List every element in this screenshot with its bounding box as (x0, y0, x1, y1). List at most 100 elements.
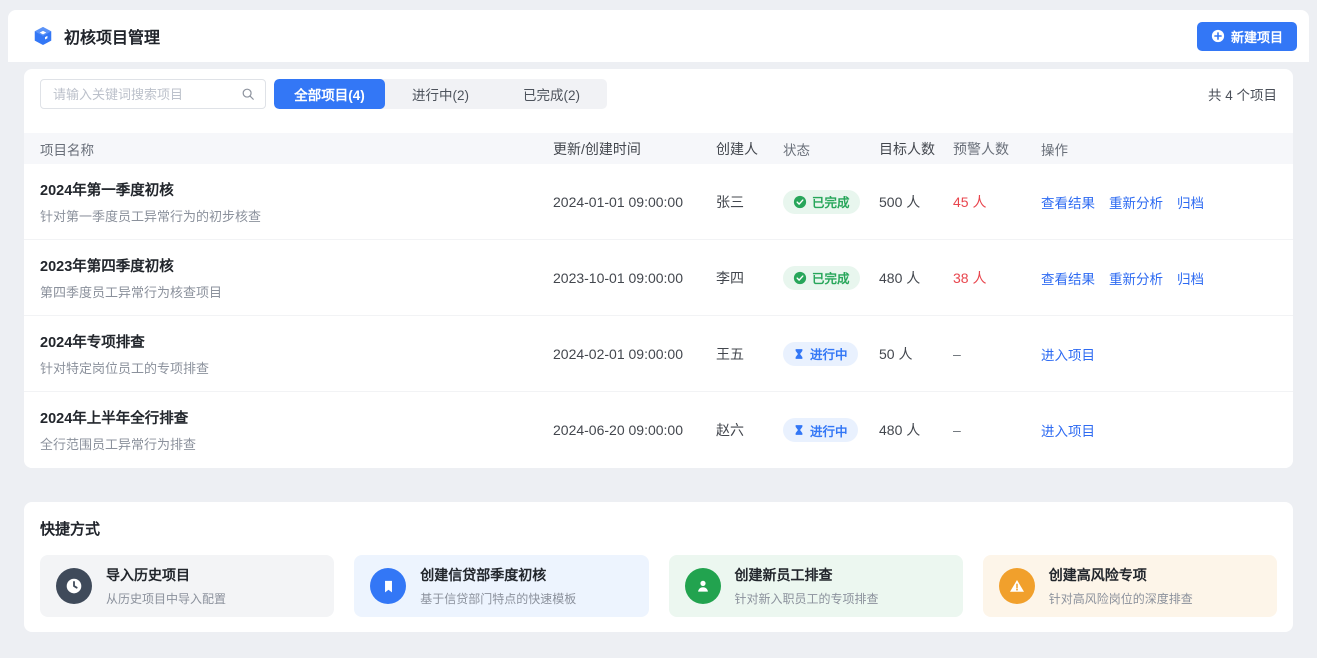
archive-link[interactable]: 归档 (1177, 192, 1204, 212)
bookmark-icon (370, 568, 406, 604)
archive-link[interactable]: 归档 (1177, 268, 1204, 288)
shortcut-title: 导入历史项目 (106, 565, 226, 585)
project-title: 2023年第四季度初核 (40, 255, 553, 276)
app-cube-logo-icon (32, 25, 54, 47)
target-count: 480 人 (879, 268, 953, 288)
project-description: 全行范围员工异常行为排查 (40, 434, 553, 453)
search-box[interactable] (40, 79, 266, 109)
status-badge: 已完成 (783, 190, 860, 214)
table-header: 项目名称 更新/创建时间 创建人 状态 目标人数 预警人数 操作 (24, 133, 1293, 164)
table-row: 2024年第一季度初核 针对第一季度员工异常行为的初步核查 2024-01-01… (24, 164, 1293, 240)
plus-circle-icon (1211, 29, 1225, 43)
project-creator: 王五 (716, 344, 783, 364)
shortcut-title: 创建高风险专项 (1049, 565, 1193, 585)
status-label: 已完成 (812, 268, 850, 287)
status-badge: 进行中 (783, 418, 858, 442)
hourglass-icon (793, 424, 805, 436)
row-actions: 进入项目 (1041, 420, 1277, 440)
tab-all-projects[interactable]: 全部项目(4) (274, 79, 385, 109)
col-header-time: 更新/创建时间 (553, 139, 716, 159)
check-circle-icon (793, 271, 807, 285)
shortcut-title: 创建新员工排查 (735, 565, 879, 585)
shortcuts-card: 快捷方式 导入历史项目 从历史项目中导入配置 创建信贷部季度初核 (24, 502, 1293, 632)
shortcut-create-high-risk-special[interactable]: 创建高风险专项 针对高风险岗位的深度排查 (983, 555, 1277, 617)
row-actions: 查看结果 重新分析 归档 (1041, 268, 1277, 288)
target-count: 500 人 (879, 192, 953, 212)
reanalyze-link[interactable]: 重新分析 (1109, 268, 1163, 288)
row-actions: 查看结果 重新分析 归档 (1041, 192, 1277, 212)
table-row: 2024年专项排查 针对特定岗位员工的专项排查 2024-02-01 09:00… (24, 316, 1293, 392)
reanalyze-link[interactable]: 重新分析 (1109, 192, 1163, 212)
enter-project-link[interactable]: 进入项目 (1041, 344, 1095, 364)
warning-count: 45 人 (953, 192, 1041, 212)
project-creator: 张三 (716, 192, 783, 212)
toolbar: 全部项目(4) 进行中(2) 已完成(2) 共 4 个项目 (24, 69, 1293, 109)
search-input[interactable] (51, 86, 241, 103)
col-header-target: 目标人数 (879, 139, 953, 159)
shortcut-text: 导入历史项目 从历史项目中导入配置 (106, 565, 226, 607)
status-label: 已完成 (812, 192, 850, 211)
shortcut-desc: 基于信贷部门特点的快速模板 (420, 590, 576, 607)
status-label: 进行中 (810, 344, 848, 363)
search-icon (241, 87, 255, 101)
table-row: 2024年上半年全行排查 全行范围员工异常行为排查 2024-06-20 09:… (24, 392, 1293, 468)
project-name-cell: 2023年第四季度初核 第四季度员工异常行为核查项目 (40, 255, 553, 301)
filter-tabs: 全部项目(4) 进行中(2) 已完成(2) (274, 79, 607, 109)
project-creator: 李四 (716, 268, 783, 288)
clock-icon (56, 568, 92, 604)
project-creator: 赵六 (716, 420, 783, 440)
tab-in-progress[interactable]: 进行中(2) (385, 79, 496, 109)
project-time: 2023-10-01 09:00:00 (553, 270, 716, 286)
shortcut-title: 创建信贷部季度初核 (420, 565, 576, 585)
hourglass-icon (793, 348, 805, 360)
col-header-status: 状态 (783, 139, 879, 159)
tab-completed[interactable]: 已完成(2) (496, 79, 607, 109)
project-status-cell: 已完成 (783, 266, 879, 290)
warning-triangle-icon (999, 568, 1035, 604)
shortcut-create-new-employee-check[interactable]: 创建新员工排查 针对新入职员工的专项排查 (669, 555, 963, 617)
table-row: 2023年第四季度初核 第四季度员工异常行为核查项目 2023-10-01 09… (24, 240, 1293, 316)
shortcut-text: 创建新员工排查 针对新入职员工的专项排查 (735, 565, 879, 607)
shortcut-desc: 从历史项目中导入配置 (106, 590, 226, 607)
project-time: 2024-02-01 09:00:00 (553, 346, 716, 362)
col-header-creator: 创建人 (716, 139, 783, 159)
project-title: 2024年第一季度初核 (40, 179, 553, 200)
status-badge: 已完成 (783, 266, 860, 290)
check-circle-icon (793, 195, 807, 209)
view-results-link[interactable]: 查看结果 (1041, 268, 1095, 288)
project-description: 针对特定岗位员工的专项排查 (40, 358, 553, 377)
warning-count: – (953, 346, 1041, 362)
shortcut-grid: 导入历史项目 从历史项目中导入配置 创建信贷部季度初核 基于信贷部门特点的快速模… (40, 555, 1277, 617)
warning-count: 38 人 (953, 268, 1041, 288)
shortcut-desc: 针对高风险岗位的深度排查 (1049, 590, 1193, 607)
view-results-link[interactable]: 查看结果 (1041, 192, 1095, 212)
status-label: 进行中 (810, 421, 848, 440)
warning-count: – (953, 422, 1041, 438)
shortcut-text: 创建高风险专项 针对高风险岗位的深度排查 (1049, 565, 1193, 607)
project-status-cell: 已完成 (783, 190, 879, 214)
shortcut-text: 创建信贷部季度初核 基于信贷部门特点的快速模板 (420, 565, 576, 607)
project-name-cell: 2024年第一季度初核 针对第一季度员工异常行为的初步核查 (40, 179, 553, 225)
project-status-cell: 进行中 (783, 418, 879, 442)
shortcut-import-history[interactable]: 导入历史项目 从历史项目中导入配置 (40, 555, 334, 617)
project-time: 2024-01-01 09:00:00 (553, 194, 716, 210)
project-status-cell: 进行中 (783, 342, 879, 366)
status-badge: 进行中 (783, 342, 858, 366)
project-title: 2024年上半年全行排查 (40, 407, 553, 428)
col-header-name: 项目名称 (40, 139, 553, 159)
project-name-cell: 2024年专项排查 针对特定岗位员工的专项排查 (40, 331, 553, 377)
new-project-button[interactable]: 新建项目 (1197, 22, 1297, 51)
project-name-cell: 2024年上半年全行排查 全行范围员工异常行为排查 (40, 407, 553, 453)
col-header-actions: 操作 (1041, 139, 1277, 159)
target-count: 50 人 (879, 344, 953, 364)
project-description: 第四季度员工异常行为核查项目 (40, 282, 553, 301)
enter-project-link[interactable]: 进入项目 (1041, 420, 1095, 440)
shortcut-desc: 针对新入职员工的专项排查 (735, 590, 879, 607)
shortcut-create-credit-quarterly[interactable]: 创建信贷部季度初核 基于信贷部门特点的快速模板 (354, 555, 648, 617)
page-title: 初核项目管理 (64, 24, 160, 48)
title-bar: 初核项目管理 新建项目 (8, 10, 1309, 62)
row-actions: 进入项目 (1041, 344, 1277, 364)
project-title: 2024年专项排查 (40, 331, 553, 352)
project-list-card: 全部项目(4) 进行中(2) 已完成(2) 共 4 个项目 项目名称 更新/创建… (24, 69, 1293, 468)
shortcuts-title: 快捷方式 (40, 518, 1277, 539)
